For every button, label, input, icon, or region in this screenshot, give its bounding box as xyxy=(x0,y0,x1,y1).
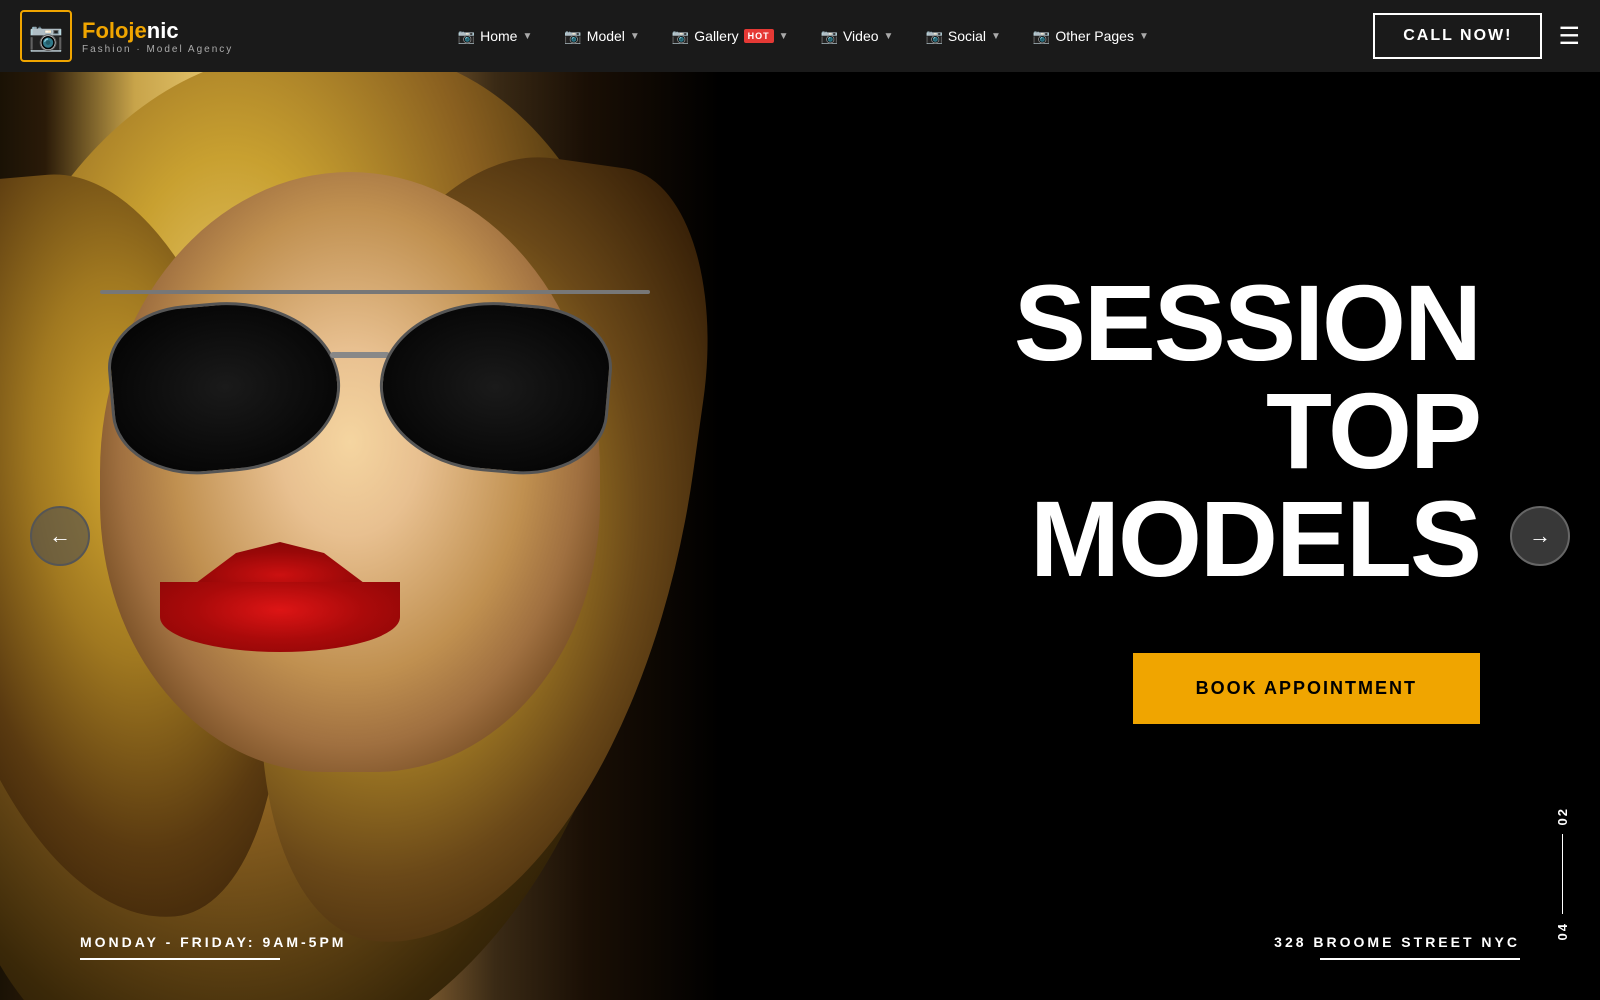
business-hours: MONDAY - FRIDAY: 9AM-5PM xyxy=(80,934,346,960)
hours-text: MONDAY - FRIDAY: 9AM-5PM xyxy=(80,934,346,950)
hero-title: SESSION TOP MODELS xyxy=(820,269,1480,593)
hot-badge: HOT xyxy=(744,29,774,43)
address-info: 328 BROOME STREET NYC xyxy=(1274,934,1520,960)
logo[interactable]: 📷 Folojenic Fashion · Model Agency xyxy=(20,10,233,62)
slide-counter: 02 04 xyxy=(1555,72,1570,1000)
sg-bridge xyxy=(330,352,390,358)
slide-number-prev: 02 xyxy=(1555,807,1570,825)
brand-name: Folojenic xyxy=(82,18,233,44)
lip-lower xyxy=(160,582,400,652)
dropdown-arrow-model: ▼ xyxy=(630,31,640,42)
nav-item-home[interactable]: 📷 Home ▼ xyxy=(446,20,545,53)
dropdown-arrow-social: ▼ xyxy=(991,31,1001,42)
camera-icon-model: 📷 xyxy=(564,28,581,45)
slide-counter-line xyxy=(1562,834,1563,914)
book-appointment-button[interactable]: Book Appointment xyxy=(1133,653,1480,724)
logo-icon: 📷 xyxy=(20,10,72,62)
camera-icon-video: 📷 xyxy=(821,28,838,45)
hero-content: SESSION TOP MODELS Book Appointment xyxy=(820,72,1600,1000)
hours-underline xyxy=(80,958,280,960)
nav-item-social[interactable]: 📷 Social ▼ xyxy=(913,20,1012,53)
address-underline xyxy=(1320,958,1520,960)
sg-lens-right xyxy=(373,292,617,481)
address-text: 328 BROOME STREET NYC xyxy=(1274,934,1520,950)
model-lips xyxy=(150,542,410,662)
nav-right: CALL NOW! ☰ xyxy=(1373,13,1580,59)
call-now-button[interactable]: CALL NOW! xyxy=(1373,13,1542,59)
sg-top-bar xyxy=(100,290,650,294)
bottom-info: MONDAY - FRIDAY: 9AM-5PM 328 BROOME STRE… xyxy=(0,934,1600,960)
camera-icon-home: 📷 xyxy=(458,28,475,45)
dropdown-arrow-video: ▼ xyxy=(884,31,894,42)
navbar: 📷 Folojenic Fashion · Model Agency 📷 Hom… xyxy=(0,0,1600,72)
model-sunglasses xyxy=(80,282,660,482)
camera-icon-social: 📷 xyxy=(925,28,942,45)
nav-item-model[interactable]: 📷 Model ▼ xyxy=(552,20,651,53)
slide-number-next: 04 xyxy=(1555,922,1570,940)
hero-prev-button[interactable]: ← xyxy=(30,506,90,566)
hamburger-menu[interactable]: ☰ xyxy=(1558,22,1580,51)
dropdown-arrow-home: ▼ xyxy=(522,31,532,42)
nav-item-other-pages[interactable]: 📷 Other Pages ▼ xyxy=(1021,20,1161,53)
logo-text: Folojenic Fashion · Model Agency xyxy=(82,18,233,55)
hero-section: SESSION TOP MODELS Book Appointment ← → … xyxy=(0,72,1600,1000)
dropdown-arrow-gallery: ▼ xyxy=(779,31,789,42)
camera-icon-gallery: 📷 xyxy=(672,28,689,45)
nav-item-gallery[interactable]: 📷 Gallery HOT ▼ xyxy=(660,20,801,53)
nav-item-video[interactable]: 📷 Video ▼ xyxy=(809,20,906,53)
camera-icon-other: 📷 xyxy=(1033,28,1050,45)
dropdown-arrow-other: ▼ xyxy=(1139,31,1149,42)
nav-menu: 📷 Home ▼ 📷 Model ▼ 📷 Gallery HOT ▼ 📷 Vid… xyxy=(233,20,1373,53)
sg-lens-left xyxy=(103,292,347,481)
brand-subtitle: Fashion · Model Agency xyxy=(82,44,233,55)
